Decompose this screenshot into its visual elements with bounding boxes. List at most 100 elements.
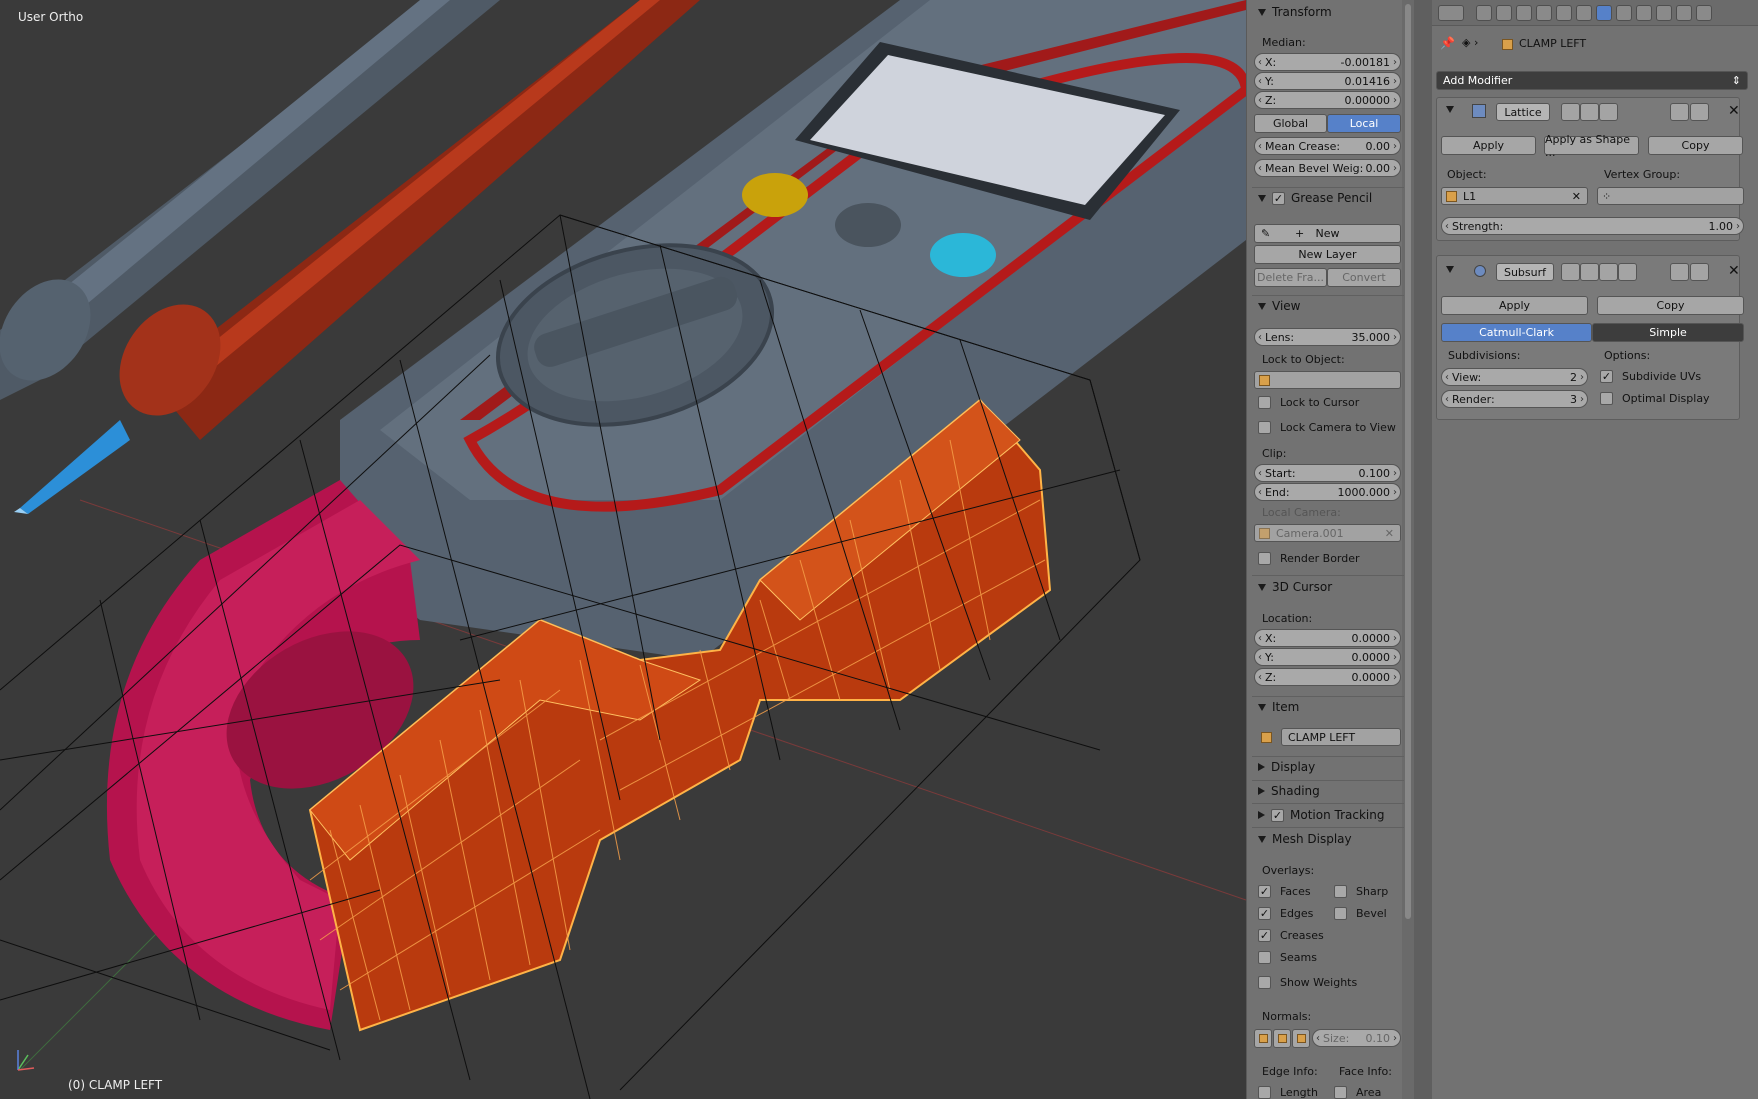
lattice-copy-button[interactable]: Copy [1648, 136, 1743, 155]
move-down-icon[interactable] [1690, 263, 1709, 281]
subdiv-view-field[interactable]: View:2 [1441, 368, 1588, 386]
cursor-y-field[interactable]: Y:0.0000 [1254, 648, 1401, 666]
lock-to-cursor-checkbox[interactable]: Lock to Cursor [1258, 396, 1359, 409]
cursor-x-field[interactable]: X:0.0000 [1254, 629, 1401, 647]
move-up-icon[interactable] [1670, 103, 1689, 121]
side-panel-scrollbar[interactable] [1402, 0, 1414, 1099]
median-x-field[interactable]: X:-0.00181 [1254, 53, 1401, 71]
render-toggle-icon[interactable] [1561, 263, 1580, 281]
local-camera-field[interactable]: Camera.001 ✕ [1254, 524, 1401, 542]
lock-object-field[interactable] [1254, 371, 1401, 389]
remove-modifier-icon[interactable]: ✕ [1728, 103, 1740, 119]
physics-tab-icon[interactable] [1696, 5, 1712, 21]
vertex-normals-button[interactable] [1254, 1029, 1272, 1048]
world-tab-icon[interactable] [1536, 5, 1552, 21]
sharp-checkbox[interactable]: Sharp [1334, 885, 1388, 898]
grease-pencil-section-header[interactable]: ✓ Grease Pencil [1258, 188, 1398, 208]
particles-tab-icon[interactable] [1676, 5, 1692, 21]
clear-icon[interactable]: ✕ [1385, 527, 1394, 540]
display-section-header[interactable]: Display [1258, 757, 1398, 777]
material-tab-icon[interactable] [1636, 5, 1652, 21]
motion-tracking-checkbox[interactable]: ✓ [1271, 808, 1284, 822]
object-tab-icon[interactable] [1556, 5, 1572, 21]
collapse-triangle-icon[interactable] [1446, 266, 1454, 273]
median-y-field[interactable]: Y:0.01416 [1254, 72, 1401, 90]
face-normals-button[interactable] [1292, 1029, 1310, 1048]
location-label: Location: [1262, 612, 1313, 625]
collapse-triangle-icon[interactable] [1446, 106, 1454, 113]
edge-normals-button[interactable] [1273, 1029, 1291, 1048]
median-z-field[interactable]: Z:0.00000 [1254, 91, 1401, 109]
render-border-checkbox[interactable]: Render Border [1258, 552, 1360, 565]
render-tab-icon[interactable] [1476, 5, 1492, 21]
length-checkbox[interactable]: Length [1258, 1086, 1318, 1099]
move-up-icon[interactable] [1670, 263, 1689, 281]
creases-checkbox[interactable]: ✓ Creases [1258, 929, 1324, 942]
editor-type-icon[interactable] [1438, 5, 1464, 21]
viewport-scene[interactable] [0, 0, 1246, 1099]
grease-pencil-new-button[interactable]: ✎ + New [1254, 224, 1401, 243]
lattice-apply-button[interactable]: Apply [1441, 136, 1536, 155]
lattice-object-field[interactable]: L1 ✕ [1441, 187, 1588, 205]
visibility-eye-icon[interactable] [1580, 103, 1599, 121]
scene-tab-icon[interactable] [1516, 5, 1532, 21]
subdiv-render-field[interactable]: Render:3 [1441, 390, 1588, 408]
mesh-display-section-header[interactable]: Mesh Display [1258, 829, 1398, 849]
item-section-header[interactable]: Item [1258, 697, 1398, 717]
lattice-name-field[interactable]: Lattice [1496, 103, 1550, 121]
edges-checkbox[interactable]: ✓ Edges [1258, 907, 1313, 920]
area-checkbox[interactable]: Area [1334, 1086, 1381, 1099]
bevel-checkbox[interactable]: Bevel [1334, 907, 1387, 920]
add-modifier-dropdown[interactable]: Add Modifier ⇕ [1436, 71, 1748, 90]
lattice-apply-shape-button[interactable]: Apply as Shape ... [1544, 133, 1639, 159]
delete-frame-button[interactable]: Delete Fra... [1254, 268, 1327, 287]
view-section-header[interactable]: View [1258, 296, 1398, 316]
render-layers-tab-icon[interactable] [1496, 5, 1512, 21]
visibility-eye-icon[interactable] [1580, 263, 1599, 281]
move-down-icon[interactable] [1690, 103, 1709, 121]
subsurf-copy-button[interactable]: Copy [1597, 296, 1744, 315]
normals-size-field[interactable]: Size:0.10 [1312, 1029, 1401, 1047]
lock-camera-checkbox[interactable]: Lock Camera to View [1258, 421, 1396, 434]
3d-cursor-section-header[interactable]: 3D Cursor [1258, 577, 1398, 597]
modifiers-tab-icon[interactable] [1596, 5, 1612, 21]
cage-toggle-icon[interactable] [1599, 103, 1618, 121]
subsurf-apply-button[interactable]: Apply [1441, 296, 1588, 315]
grease-pencil-checkbox[interactable]: ✓ [1272, 191, 1285, 205]
simple-button[interactable]: Simple [1592, 323, 1744, 342]
transform-section-header[interactable]: Transform [1258, 2, 1398, 22]
lens-field[interactable]: Lens:35.000 [1254, 328, 1401, 346]
pin-icon[interactable]: 📌 [1440, 36, 1455, 50]
subsurf-name-field[interactable]: Subsurf [1496, 263, 1554, 281]
clear-icon[interactable]: ✕ [1572, 190, 1581, 203]
optimal-display-checkbox[interactable]: Optimal Display [1600, 392, 1710, 405]
faces-checkbox[interactable]: ✓ Faces [1258, 885, 1311, 898]
texture-tab-icon[interactable] [1656, 5, 1672, 21]
editmode-toggle-icon[interactable] [1561, 103, 1580, 121]
clip-start-field[interactable]: Start:0.100 [1254, 464, 1401, 482]
clip-end-field[interactable]: End:1000.000 [1254, 483, 1401, 501]
vertex-group-field[interactable]: ⁘ [1597, 187, 1744, 205]
editmode-toggle-icon[interactable] [1599, 263, 1618, 281]
cursor-z-field[interactable]: Z:0.0000 [1254, 668, 1401, 686]
panel-separator[interactable] [1414, 0, 1432, 1099]
mean-bevel-field[interactable]: Mean Bevel Weig:0.00 [1254, 159, 1401, 177]
constraints-tab-icon[interactable] [1576, 5, 1592, 21]
show-weights-checkbox[interactable]: Show Weights [1258, 976, 1357, 989]
shading-section-header[interactable]: Shading [1258, 781, 1398, 801]
catmull-clark-button[interactable]: Catmull-Clark [1441, 323, 1592, 342]
local-button[interactable]: Local [1327, 114, 1401, 133]
convert-button[interactable]: Convert [1327, 268, 1401, 287]
data-tab-icon[interactable] [1616, 5, 1632, 21]
lattice-strength-field[interactable]: Strength:1.00 [1441, 217, 1744, 235]
3d-viewport[interactable]: User Ortho (0) CLAMP LEFT [0, 0, 1246, 1099]
global-button[interactable]: Global [1254, 114, 1327, 133]
seams-checkbox[interactable]: Seams [1258, 951, 1317, 964]
new-layer-button[interactable]: New Layer [1254, 245, 1401, 264]
motion-tracking-section-header[interactable]: ✓ Motion Tracking [1258, 805, 1398, 825]
remove-modifier-icon[interactable]: ✕ [1728, 263, 1740, 279]
cage-toggle-icon[interactable] [1618, 263, 1637, 281]
item-name-field[interactable]: CLAMP LEFT [1281, 728, 1401, 746]
mean-crease-field[interactable]: Mean Crease:0.00 [1254, 137, 1401, 155]
subdivide-uvs-checkbox[interactable]: ✓ Subdivide UVs [1600, 370, 1701, 383]
